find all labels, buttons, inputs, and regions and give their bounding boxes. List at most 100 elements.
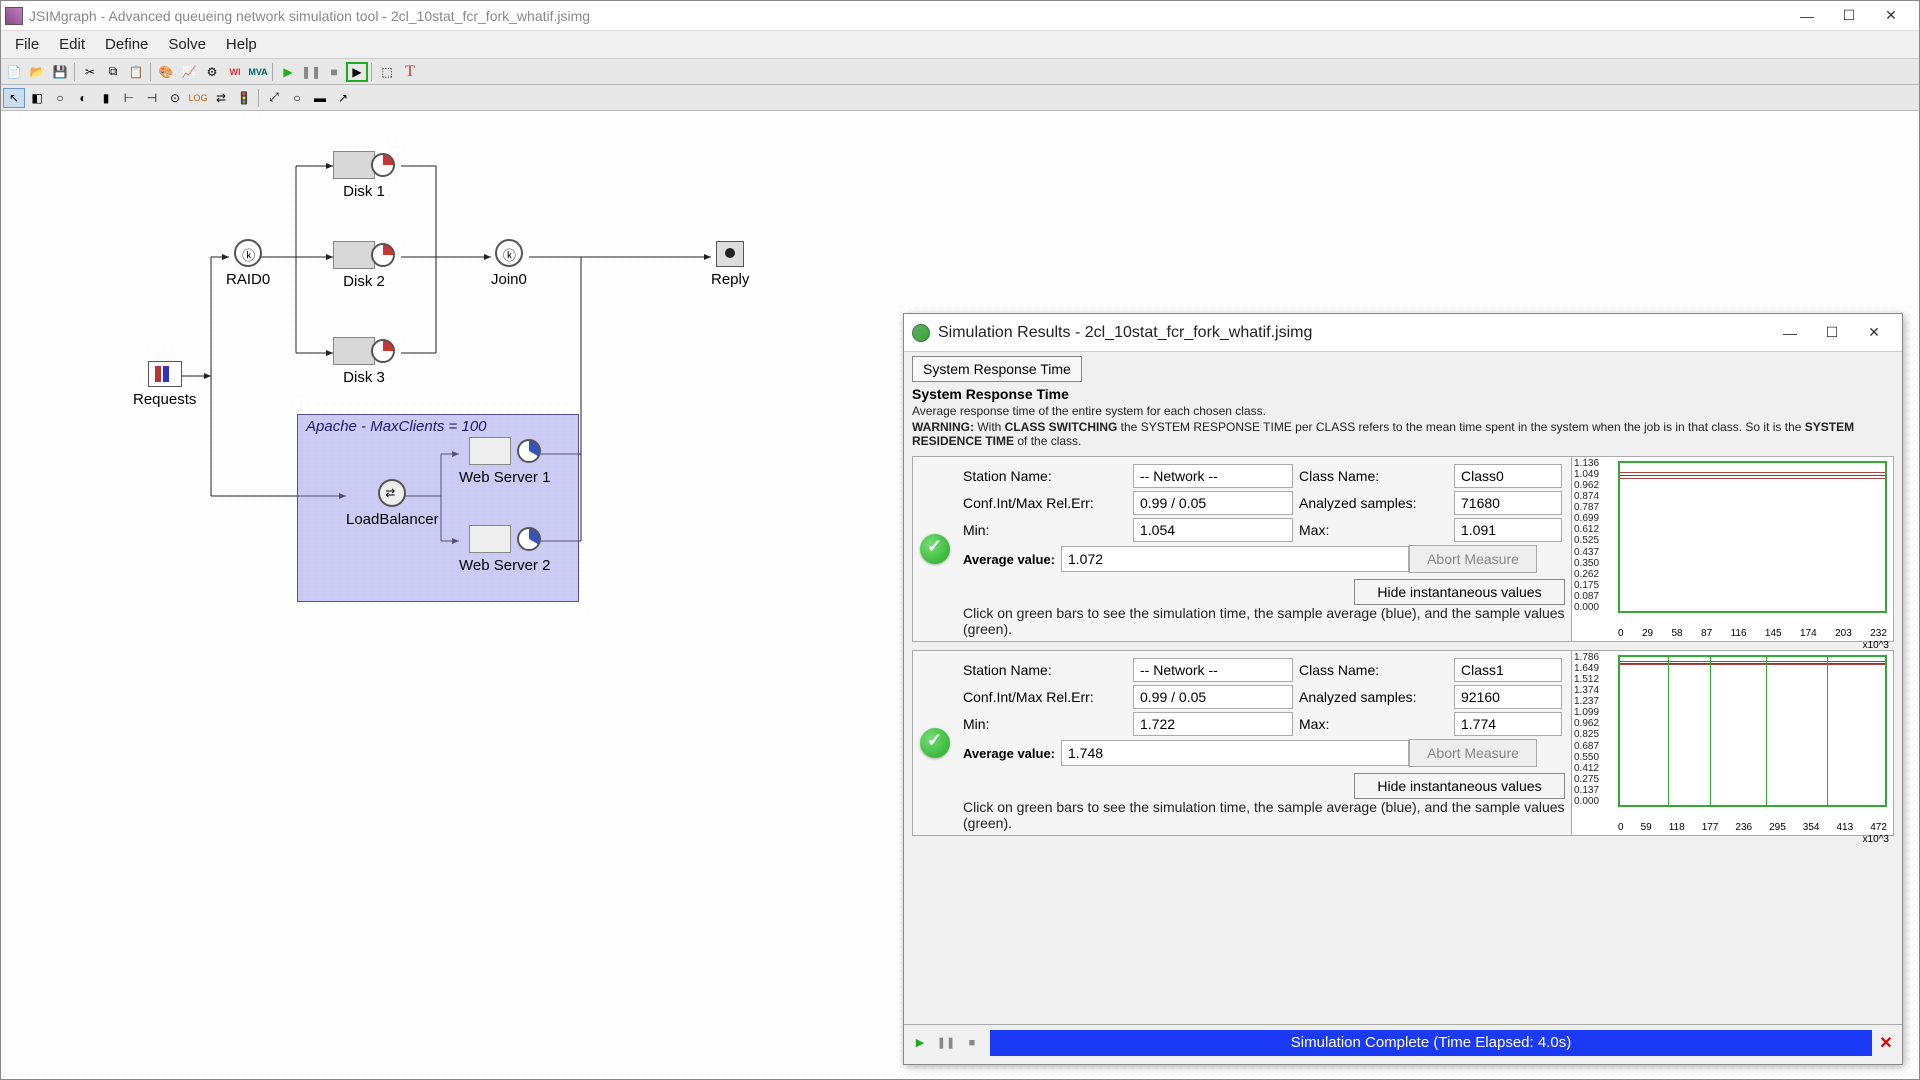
delay-icon[interactable]: ◐	[72, 88, 94, 108]
dialog-icon	[912, 324, 930, 342]
stop-icon[interactable]: ■	[323, 62, 345, 82]
close-button[interactable]: ✕	[1879, 4, 1903, 28]
cut-icon[interactable]: ✂	[79, 62, 101, 82]
node-reply[interactable]: Reply	[711, 241, 749, 288]
node-requests[interactable]: Requests	[133, 361, 196, 408]
queue-icon[interactable]: ○	[49, 88, 71, 108]
new-icon[interactable]: 📄	[3, 62, 25, 82]
main-titlebar: JSIMgraph - Advanced queueing network si…	[1, 1, 1919, 31]
node-requests-label: Requests	[133, 391, 196, 408]
toolbar-main: 📄 📂 💾 ✂ ⧉ 📋 🎨 📈 ⚙ WI MVA ▶ ❚❚ ■ ▶ ⬚ T	[1, 59, 1919, 85]
node-reply-label: Reply	[711, 271, 749, 288]
text-icon[interactable]: T	[399, 62, 421, 82]
node-disk3[interactable]: Disk 3	[333, 337, 395, 386]
close-run-button[interactable]: ✕	[1874, 1031, 1898, 1055]
node-raid0[interactable]: ⓚ RAID0	[226, 239, 270, 288]
jmva-icon[interactable]: MVA	[247, 62, 269, 82]
section-warning: WARNING: With CLASS SWITCHING the SYSTEM…	[912, 420, 1894, 448]
toolbar-elements: ↖ ◧ ○ ◐ ▮ ⊢ ⊣ ⊙ LOG ⇄ 🚦 ⤢ ○ ▬ ↗	[1, 85, 1919, 111]
menubar: File Edit Define Solve Help	[1, 31, 1919, 59]
measure-panel-class1: Station Name: -- Network -- Class Name: …	[912, 650, 1894, 836]
chart-class1[interactable]: 1.7861.6491.5121.3741.2371.0990.9620.825…	[1571, 651, 1893, 835]
success-icon	[920, 534, 950, 564]
dialog-body: System Response Time System Response Tim…	[904, 352, 1902, 1024]
class-label: Class Name:	[1299, 662, 1454, 678]
station-label: Station Name:	[963, 662, 1133, 678]
min-value: 1.054	[1133, 518, 1293, 542]
sink-icon[interactable]: ▮	[95, 88, 117, 108]
region-title: Apache - MaxClients = 100	[306, 418, 487, 435]
node-join0[interactable]: ⓚ Join0	[491, 239, 527, 288]
classes-icon[interactable]: 🎨	[155, 62, 177, 82]
paste-icon[interactable]: 📋	[125, 62, 147, 82]
run-stop-icon[interactable]: ■	[962, 1033, 982, 1053]
abort-button[interactable]: Abort Measure	[1409, 739, 1537, 767]
menu-solve[interactable]: Solve	[158, 32, 216, 57]
fork-icon[interactable]: ⊢	[118, 88, 140, 108]
params-icon[interactable]: ⚙	[201, 62, 223, 82]
conf-value: 0.99 / 0.05	[1133, 491, 1293, 515]
semaphore-icon[interactable]: 🚦	[233, 88, 255, 108]
dialog-maximize-button[interactable]: ☐	[1820, 321, 1844, 345]
template-icon[interactable]: ⬚	[376, 62, 398, 82]
abort-button[interactable]: Abort Measure	[1409, 545, 1537, 573]
minimize-button[interactable]: —	[1795, 4, 1819, 28]
station-value: -- Network --	[1133, 658, 1293, 682]
chart-class0[interactable]: 1.1361.0490.9620.8740.7870.6990.6120.525…	[1571, 457, 1893, 641]
logger-icon[interactable]: LOG	[187, 88, 209, 108]
station-value: -- Network --	[1133, 464, 1293, 488]
max-value: 1.091	[1454, 518, 1562, 542]
node-disk2[interactable]: Disk 2	[333, 241, 395, 290]
avg-input[interactable]	[1061, 740, 1409, 766]
node-webserver1[interactable]: Web Server 1	[459, 437, 550, 486]
node-disk1[interactable]: Disk 1	[333, 151, 395, 200]
max-label: Max:	[1299, 716, 1454, 732]
node-lb-label: LoadBalancer	[346, 511, 439, 528]
join-icon[interactable]: ⊣	[141, 88, 163, 108]
router-icon[interactable]: ⊙	[164, 88, 186, 108]
source-icon[interactable]: ◧	[26, 88, 48, 108]
success-icon	[920, 728, 950, 758]
run-play-icon[interactable]: ▶	[910, 1033, 930, 1053]
dialog-titlebar[interactable]: Simulation Results - 2cl_10stat_fcr_fork…	[904, 314, 1902, 352]
place-icon[interactable]: ○	[286, 88, 308, 108]
copy-icon[interactable]: ⧉	[102, 62, 124, 82]
measures-icon[interactable]: 📈	[178, 62, 200, 82]
section-desc: Average response time of the entire syst…	[912, 404, 1894, 418]
classswitch-icon[interactable]: ⇄	[210, 88, 232, 108]
connection-icon[interactable]: ↗	[332, 88, 354, 108]
menu-help[interactable]: Help	[216, 32, 267, 57]
save-icon[interactable]: 💾	[49, 62, 71, 82]
menu-define[interactable]: Define	[95, 32, 158, 57]
conf-label: Conf.Int/Max Rel.Err:	[963, 495, 1133, 511]
node-raid0-label: RAID0	[226, 271, 270, 288]
progress-bar: Simulation Complete (Time Elapsed: 4.0s)	[990, 1030, 1872, 1056]
menu-file[interactable]: File	[5, 32, 49, 57]
run-pause-icon[interactable]: ❚❚	[936, 1033, 956, 1053]
dialog-minimize-button[interactable]: —	[1778, 321, 1802, 345]
menu-edit[interactable]: Edit	[49, 32, 95, 57]
maximize-button[interactable]: ☐	[1837, 4, 1861, 28]
select-icon[interactable]: ↖	[3, 88, 25, 108]
tab-system-response-time[interactable]: System Response Time	[912, 356, 1082, 382]
conf-label: Conf.Int/Max Rel.Err:	[963, 689, 1133, 705]
measure-panel-class0: Station Name: -- Network -- Class Name: …	[912, 456, 1894, 642]
results-icon[interactable]: ▶	[346, 62, 368, 82]
max-value: 1.774	[1454, 712, 1562, 736]
station-label: Station Name:	[963, 468, 1133, 484]
scaler-icon[interactable]: ⤢	[263, 88, 285, 108]
pause-icon[interactable]: ❚❚	[300, 62, 322, 82]
whatif-icon[interactable]: WI	[224, 62, 246, 82]
min-label: Min:	[963, 716, 1133, 732]
play-icon[interactable]: ▶	[277, 62, 299, 82]
samples-label: Analyzed samples:	[1299, 495, 1454, 511]
transition-icon[interactable]: ▬	[309, 88, 331, 108]
open-icon[interactable]: 📂	[26, 62, 48, 82]
node-loadbalancer[interactable]: ⇄ LoadBalancer	[346, 479, 439, 528]
node-webserver2[interactable]: Web Server 2	[459, 525, 550, 574]
dialog-close-button[interactable]: ✕	[1862, 321, 1886, 345]
hide-values-button[interactable]: Hide instantaneous values	[1354, 579, 1565, 605]
class-value: Class1	[1454, 658, 1562, 682]
avg-input[interactable]	[1061, 546, 1409, 572]
hide-values-button[interactable]: Hide instantaneous values	[1354, 773, 1565, 799]
